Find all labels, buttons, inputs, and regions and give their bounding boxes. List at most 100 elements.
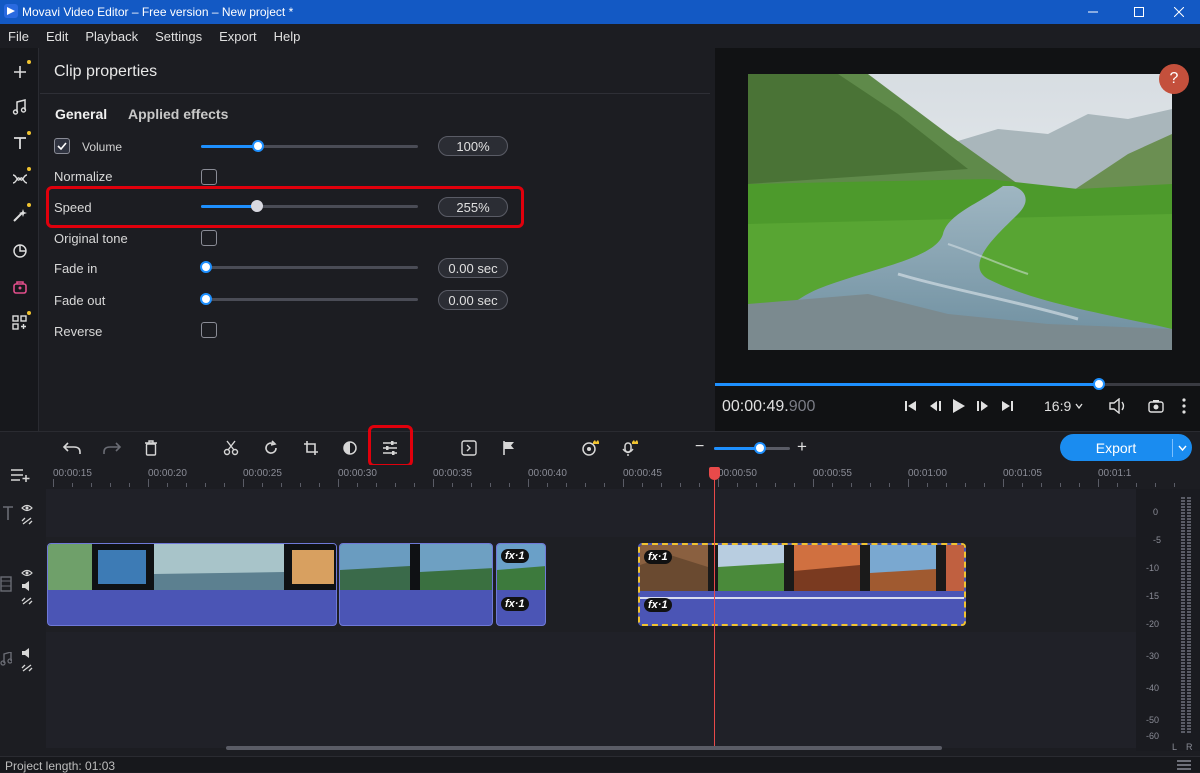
filters-button[interactable] [0, 197, 39, 233]
minimize-button[interactable] [1070, 0, 1116, 24]
video-preview[interactable] [748, 74, 1172, 350]
play-button[interactable] [950, 397, 968, 415]
video-clip-4-selected[interactable]: fx·1 fx·1 [638, 543, 966, 626]
title-track-lock-button[interactable] [21, 514, 33, 529]
import-button[interactable] [0, 54, 39, 90]
fade-out-slider-thumb[interactable] [200, 293, 212, 305]
volume-checkbox[interactable] [54, 138, 70, 154]
clip-effects-badge[interactable]: fx·1 [644, 550, 672, 564]
menu-export[interactable]: Export [211, 29, 266, 44]
split-button[interactable] [219, 437, 243, 459]
zoom-slider-thumb[interactable] [754, 442, 766, 454]
more-tools-button[interactable] [0, 305, 39, 341]
chevron-down-icon [1075, 403, 1083, 409]
marker-button[interactable] [497, 437, 521, 459]
tab-general[interactable]: General [55, 106, 107, 122]
fade-in-slider[interactable] [201, 266, 418, 269]
fade-in-slider-thumb[interactable] [200, 261, 212, 273]
menu-settings[interactable]: Settings [147, 29, 211, 44]
clip-thumbnails [48, 544, 336, 590]
ruler-tick [604, 483, 605, 487]
clip-effects-badge[interactable]: fx·1 [501, 549, 529, 563]
crop-button[interactable] [299, 437, 323, 459]
video-track-visibility-button[interactable] [21, 565, 33, 580]
snapshot-button[interactable] [1147, 397, 1165, 415]
audio-track-mute-button[interactable] [21, 646, 33, 661]
timecode: 00:00:49.900 [722, 398, 815, 416]
undo-button[interactable] [60, 437, 84, 459]
ruler-tick [699, 483, 700, 487]
timeline-scrollbar[interactable] [226, 746, 942, 750]
go-to-end-button[interactable] [998, 397, 1016, 415]
previous-frame-button[interactable] [926, 397, 944, 415]
maximize-button[interactable] [1116, 0, 1162, 24]
ruler-tick [1098, 479, 1099, 487]
video-track-mute-button[interactable] [21, 579, 33, 594]
chevron-down-icon[interactable] [1173, 443, 1192, 453]
meter-bar-right [1187, 497, 1191, 733]
transitions-button[interactable] [0, 161, 39, 197]
tab-applied-effects[interactable]: Applied effects [128, 106, 228, 122]
video-track-lock-button[interactable] [21, 594, 33, 609]
ruler-label: 00:00:35 [433, 468, 472, 479]
store-icon [12, 281, 27, 294]
redo-button[interactable] [100, 437, 124, 459]
titles-button[interactable] [0, 125, 39, 161]
title-track-visibility-button[interactable] [21, 500, 33, 515]
fade-in-value[interactable]: 0.00 sec [438, 258, 508, 278]
voiceover-button[interactable] [618, 437, 642, 459]
plus-icon [13, 66, 26, 78]
ruler-tick [851, 483, 852, 487]
go-to-start-button[interactable] [902, 397, 920, 415]
menu-icon[interactable] [1176, 759, 1192, 771]
color-adjust-button[interactable] [338, 437, 362, 459]
clip-audio-effects-badge[interactable]: fx·1 [501, 597, 529, 611]
meter-scale-label: -20 [1146, 619, 1160, 629]
aspect-ratio-dropdown[interactable]: 16:9 [1044, 398, 1083, 414]
help-button[interactable]: ? [1159, 64, 1189, 94]
volume-value[interactable]: 100% [438, 136, 508, 156]
menu-help[interactable]: Help [266, 29, 310, 44]
audio-track-lock-button[interactable] [21, 661, 33, 676]
zoom-out-button[interactable]: − [695, 438, 704, 456]
delete-button[interactable] [139, 437, 163, 459]
meter-scale-label: -5 [1153, 535, 1162, 545]
video-clip-2[interactable] [339, 543, 493, 626]
fade-out-slider[interactable] [201, 298, 418, 301]
video-clip-3[interactable]: fx·1 fx·1 [496, 543, 546, 626]
ruler-label: 00:00:40 [528, 468, 567, 479]
webcam-record-button[interactable] [579, 437, 603, 459]
store-button[interactable] [0, 269, 39, 305]
playhead-handle[interactable] [709, 467, 720, 480]
menu-edit[interactable]: Edit [38, 29, 77, 44]
export-button[interactable]: Export [1060, 434, 1192, 461]
stickers-icon [12, 244, 27, 258]
menu-file[interactable]: File [0, 29, 38, 44]
music-button[interactable] [0, 89, 39, 125]
audio-track[interactable] [46, 632, 1136, 748]
next-frame-button[interactable] [974, 397, 992, 415]
timeline-ruler[interactable] [46, 465, 1136, 489]
more-options-button[interactable] [1176, 397, 1192, 415]
playhead[interactable] [714, 476, 715, 748]
original-tone-checkbox[interactable] [201, 230, 217, 246]
normalize-checkbox[interactable] [201, 169, 217, 185]
reverse-checkbox[interactable] [201, 322, 217, 338]
stickers-button[interactable] [0, 233, 39, 269]
rotate-button[interactable] [259, 437, 283, 459]
window-title: Movavi Video Editor – Free version – New… [22, 5, 294, 19]
ruler-tick [1174, 483, 1175, 487]
title-track[interactable] [46, 489, 1136, 537]
volume-slider-thumb[interactable] [252, 140, 264, 152]
volume-button[interactable] [1108, 397, 1128, 415]
preview-seekbar-thumb[interactable] [1093, 378, 1105, 390]
fade-out-value[interactable]: 0.00 sec [438, 290, 508, 310]
minimize-icon [1088, 11, 1098, 13]
clip-audio-effects-badge[interactable]: fx·1 [644, 598, 672, 612]
video-clip-1[interactable] [47, 543, 337, 626]
menu-playback[interactable]: Playback [77, 29, 147, 44]
zoom-in-button[interactable]: + [797, 437, 807, 457]
add-track-button[interactable] [10, 466, 32, 485]
overlay-button[interactable] [457, 437, 481, 459]
close-button[interactable] [1158, 0, 1200, 24]
